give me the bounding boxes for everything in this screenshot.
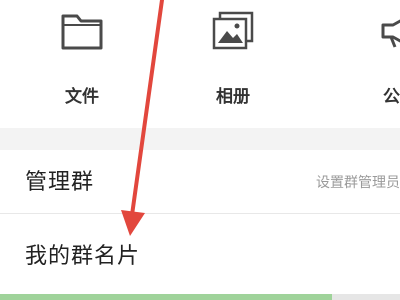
grid-item-notice[interactable]: 公告: [345, 0, 400, 128]
grid-item-file[interactable]: 文件: [27, 0, 137, 128]
my-group-card-row[interactable]: 我的群名片: [0, 214, 400, 294]
grid-item-label: 文件: [65, 87, 99, 107]
my-group-card-label: 我的群名片: [25, 244, 141, 269]
folder-icon: [61, 14, 103, 50]
manage-group-hint: 设置群管理员: [316, 175, 400, 191]
group-settings-screen: 文件 相册 公告 管理群 设置群管理员 我的群名片: [0, 0, 400, 300]
manage-group-label: 管理群: [25, 170, 95, 195]
section-divider: [0, 128, 400, 150]
feature-grid: 文件 相册 公告: [0, 0, 400, 128]
grid-item-label: 公告: [383, 87, 400, 107]
grid-item-label: 相册: [216, 87, 250, 107]
album-icon: [212, 11, 254, 50]
bottom-progress-strip: [0, 294, 400, 300]
grid-item-album[interactable]: 相册: [178, 0, 288, 128]
megaphone-icon: [381, 19, 400, 48]
manage-group-row[interactable]: 管理群 设置群管理员: [0, 150, 400, 214]
bottom-strip-end: [332, 294, 400, 300]
